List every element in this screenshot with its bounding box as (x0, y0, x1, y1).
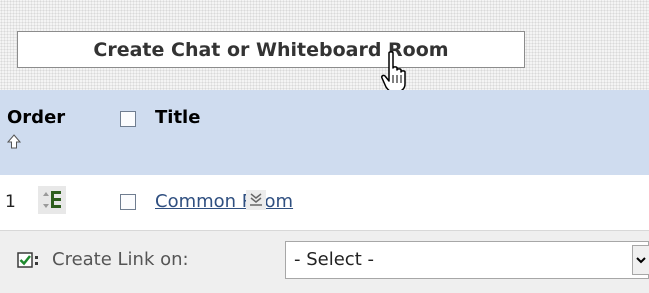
select-value: - Select - (294, 249, 374, 270)
create-room-button[interactable]: Create Chat or Whiteboard Room (17, 31, 525, 68)
row-checkbox[interactable] (120, 194, 136, 210)
toolbar: Create Chat or Whiteboard Room (0, 0, 649, 90)
create-link-select[interactable]: - Select - (285, 241, 649, 279)
row-order-number: 1 (5, 192, 16, 212)
select-all-checkbox[interactable] (120, 111, 136, 127)
chevron-menu-icon[interactable] (246, 190, 266, 210)
order-column-header[interactable]: Order (7, 107, 65, 128)
title-column-header[interactable]: Title (155, 107, 200, 128)
footer-bar: Create Link on: - Select - (0, 230, 649, 293)
table-header (0, 90, 649, 175)
reorder-icon[interactable] (38, 186, 66, 214)
room-title-link[interactable]: Common Room (155, 191, 293, 212)
create-room-button-label: Create Chat or Whiteboard Room (93, 38, 449, 61)
sort-up-arrow-icon[interactable] (7, 134, 21, 150)
chevron-down-icon[interactable] (632, 245, 649, 275)
create-link-label: Create Link on: (52, 249, 189, 270)
table-row: 1 Common Room (0, 175, 649, 230)
checkbox-check-icon[interactable] (17, 251, 41, 269)
